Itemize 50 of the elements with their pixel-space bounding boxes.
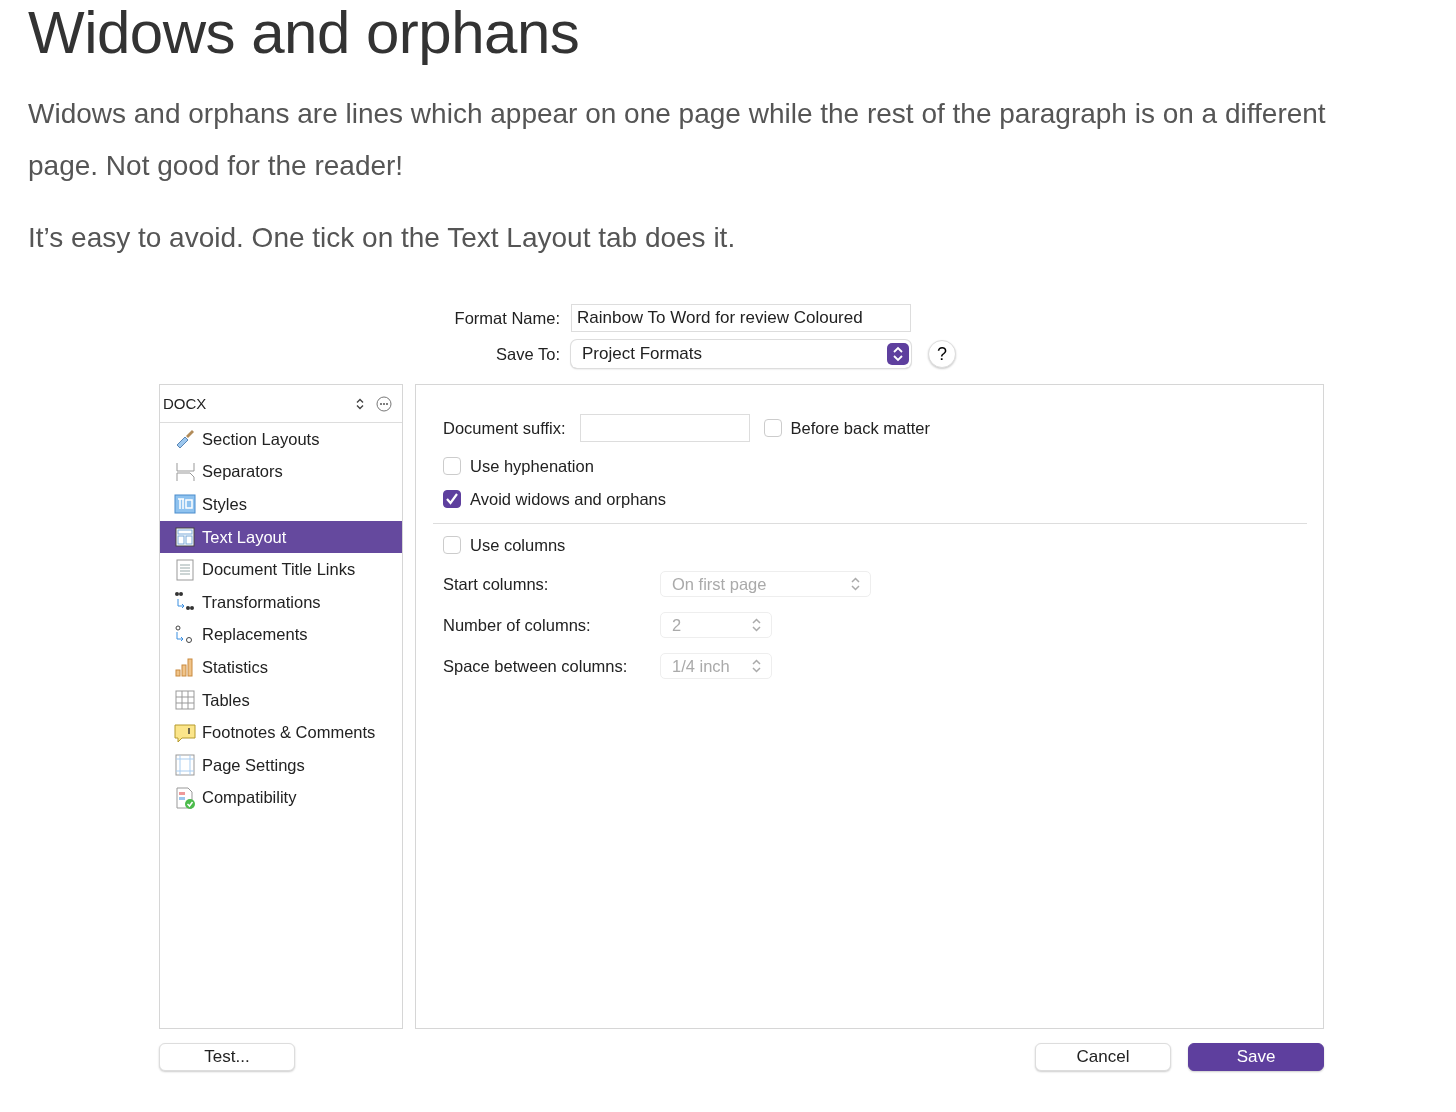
save-button[interactable]: Save: [1188, 1043, 1324, 1071]
comment-icon: [174, 721, 196, 744]
paragraph: It’s easy to avoid. One tick on the Text Layout tab does it.: [28, 221, 737, 255]
sidebar-item[interactable]: Tables: [160, 683, 402, 717]
checkbox[interactable]: [443, 490, 461, 508]
stepper-icon: [752, 618, 761, 632]
stepper-icon: [752, 659, 761, 673]
format-name-field[interactable]: Rainbow To Word for review Coloured: [571, 304, 911, 332]
table-icon: [174, 689, 196, 712]
layout-icon: [174, 526, 196, 549]
stepper-icon: [887, 343, 909, 365]
sidebar-item[interactable]: Compatibility: [160, 781, 402, 815]
stepper-icon[interactable]: [356, 397, 364, 410]
page-icon: [174, 754, 196, 777]
more-icon[interactable]: [376, 395, 392, 412]
styles-icon: [174, 493, 196, 516]
sidebar-item[interactable]: Separators: [160, 455, 402, 489]
sidebar-item[interactable]: Styles: [160, 488, 402, 521]
checkbox-option[interactable]: Use hyphenation: [443, 455, 1307, 477]
sidebar-item[interactable]: Page Settings: [160, 748, 402, 782]
checkbox-option[interactable]: Before back matter: [763, 418, 930, 438]
sidebar-item[interactable]: Footnotes & Comments: [160, 716, 402, 749]
help-button[interactable]: ?: [928, 340, 956, 368]
separator-icon: [174, 460, 196, 483]
sidebar-item[interactable]: Document Title Links: [160, 553, 402, 586]
checkbox-option[interactable]: Use columns: [443, 534, 1307, 556]
sidebar-item[interactable]: Text Layout: [160, 520, 402, 554]
field-label: Space between columns:: [443, 656, 629, 676]
sidebar-item[interactable]: Replacements: [160, 618, 402, 652]
page-heading: Widows and orphans: [28, 0, 581, 66]
field-label: Save To:: [495, 344, 560, 364]
sidebar-item[interactable]: Statistics: [160, 651, 402, 684]
save-to-dropdown[interactable]: Project Formats: [571, 340, 911, 368]
test-button[interactable]: Test...: [159, 1043, 295, 1071]
field-label: Document suffix:: [443, 418, 566, 438]
brush-icon: [174, 428, 196, 451]
cancel-button[interactable]: Cancel: [1035, 1043, 1171, 1071]
format-type-selector[interactable]: DOCX: [163, 395, 344, 412]
paragraph: Widows and orphans are lines which appear on one page while the rest of the paragraph is on a different page. Not good for the reader!: [28, 97, 1327, 183]
checkbox-option[interactable]: Avoid widows and orphans: [443, 488, 1307, 510]
field-label: Start columns:: [443, 574, 550, 594]
stepper-icon: [851, 577, 860, 591]
bar-chart-icon: [174, 656, 196, 679]
sidebar-item[interactable]: Section Layouts: [160, 423, 402, 456]
document-icon: [174, 558, 196, 581]
suffix-field[interactable]: [579, 414, 750, 442]
field-label: Format Name:: [453, 308, 560, 328]
field-label: Number of columns:: [443, 615, 592, 635]
sidebar-item[interactable]: Transformations: [160, 585, 402, 619]
document-check-icon: [174, 786, 196, 809]
